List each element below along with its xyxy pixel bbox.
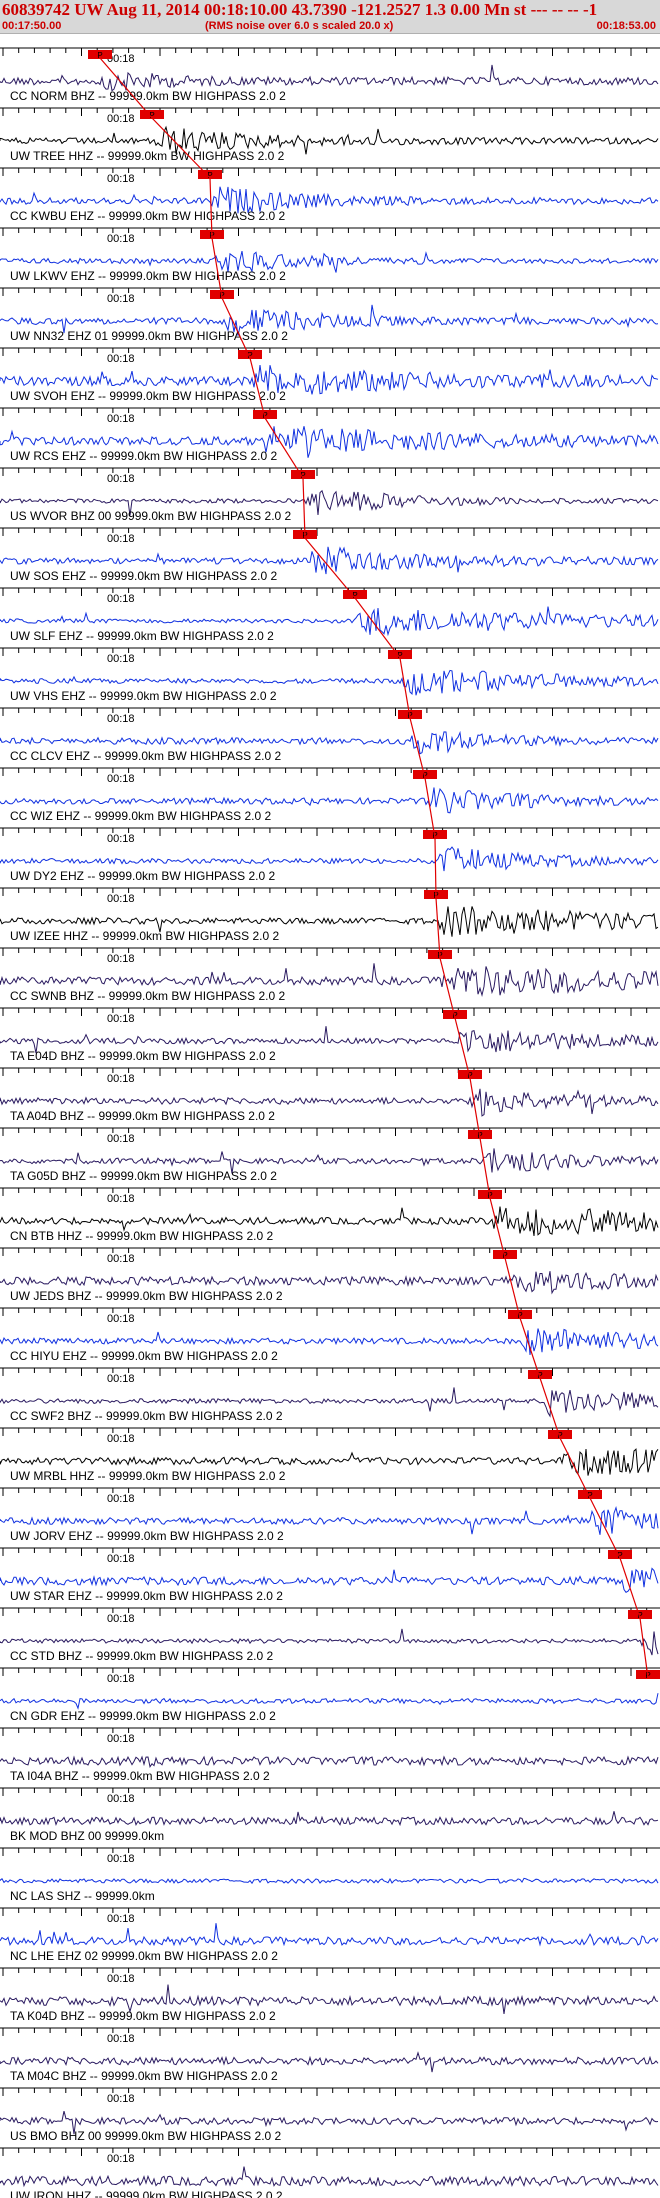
station-label: UW LKWV EHZ -- 99999.0km BW HIGHPASS 2.0… — [10, 269, 286, 283]
minute-tick-label: 00:18 — [107, 1553, 135, 1565]
event-title: 60839742 UW Aug 11, 2014 00:18:10.00 43.… — [2, 0, 598, 19]
minute-tick-label: 00:18 — [107, 1853, 135, 1865]
minute-tick-label: 00:18 — [107, 653, 135, 665]
minute-tick-label: 00:18 — [107, 1253, 135, 1265]
minute-tick-label: 00:18 — [107, 1613, 135, 1625]
minute-tick-label: 00:18 — [107, 773, 135, 785]
station-label: CC NORM BHZ -- 99999.0km BW HIGHPASS 2.0… — [10, 89, 286, 103]
minute-tick-label: 00:18 — [107, 2153, 135, 2165]
waveform — [0, 1877, 659, 1885]
station-label: UW SVOH EHZ -- 99999.0km BW HIGHPASS 2.0… — [10, 389, 286, 403]
record-header: 60839742 UW Aug 11, 2014 00:18:10.00 43.… — [0, 0, 660, 34]
minute-tick-label: 00:18 — [107, 1793, 135, 1805]
station-label: CC SWNB BHZ -- 99999.0km BW HIGHPASS 2.0… — [10, 989, 286, 1003]
waveform — [0, 1693, 659, 1710]
station-label: NC LHE EHZ 02 99999.0km BW HIGHPASS 2.0 … — [10, 1949, 278, 1963]
waveform — [0, 64, 659, 92]
station-label: CN GDR EHZ -- 99999.0km BW HIGHPASS 2.0 … — [10, 1709, 276, 1723]
station-label: CC HIYU EHZ -- 99999.0km BW HIGHPASS 2.0… — [10, 1349, 278, 1363]
minute-tick-label: 00:18 — [107, 1973, 135, 1985]
minute-tick-label: 00:18 — [107, 473, 135, 485]
station-label: CC KWBU EHZ -- 99999.0km BW HIGHPASS 2.0… — [10, 209, 286, 223]
minute-tick-label: 00:18 — [107, 293, 135, 305]
minute-tick-label: 00:18 — [107, 533, 135, 545]
station-label: UW JORV EHZ -- 99999.0km BW HIGHPASS 2.0… — [10, 1529, 284, 1543]
station-label: TA I04A BHZ -- 99999.0km BW HIGHPASS 2.0… — [10, 1769, 270, 1783]
minute-tick-label: 00:18 — [107, 173, 135, 185]
minute-tick-label: 00:18 — [107, 1673, 135, 1685]
station-label: UW SOS EHZ -- 99999.0km BW HIGHPASS 2.0 … — [10, 569, 278, 583]
minute-tick-label: 00:18 — [107, 1073, 135, 1085]
minute-tick-label: 00:18 — [107, 593, 135, 605]
waveform — [0, 1923, 659, 1947]
minute-tick-label: 00:18 — [107, 713, 135, 725]
station-label: US BMO BHZ 00 99999.0km BW HIGHPASS 2.0 … — [10, 2129, 282, 2143]
station-label: CC CLCV EHZ -- 99999.0km BW HIGHPASS 2.0… — [10, 749, 282, 763]
station-label: TA M04C BHZ -- 99999.0km BW HIGHPASS 2.0… — [10, 2069, 278, 2083]
waveform — [0, 1755, 659, 1768]
minute-tick-label: 00:18 — [107, 1733, 135, 1745]
station-label: UW NN32 EHZ 01 99999.0km BW HIGHPASS 2.0… — [10, 329, 288, 343]
station-label: UW VHS EHZ -- 99999.0km BW HIGHPASS 2.0 … — [10, 689, 277, 703]
start-time: 00:17:50.00 — [2, 20, 62, 32]
minute-tick-label: 00:18 — [107, 1493, 135, 1505]
station-label: UW IZEE HHZ -- 99999.0km BW HIGHPASS 2.0… — [10, 929, 280, 943]
minute-tick-label: 00:18 — [107, 113, 135, 125]
minute-tick-label: 00:18 — [107, 1133, 135, 1145]
minute-tick-label: 00:18 — [107, 413, 135, 425]
minute-tick-label: 00:18 — [107, 1433, 135, 1445]
waveform — [0, 2166, 659, 2188]
minute-tick-label: 00:18 — [107, 833, 135, 845]
station-label: UW TREE HHZ -- 99999.0km BW HIGHPASS 2.0… — [10, 149, 285, 163]
station-label: TA G05D BHZ -- 99999.0km BW HIGHPASS 2.0… — [10, 1169, 277, 1183]
minute-tick-label: 00:18 — [107, 1913, 135, 1925]
station-label: UW RCS EHZ -- 99999.0km BW HIGHPASS 2.0 … — [10, 449, 278, 463]
station-label: CN BTB HHZ -- 99999.0km BW HIGHPASS 2.0 … — [10, 1229, 274, 1243]
station-label: BK MOD BHZ 00 99999.0km — [10, 1829, 164, 1843]
station-label: UW MRBL HHZ -- 99999.0km BW HIGHPASS 2.0… — [10, 1469, 286, 1483]
minute-tick-label: 00:18 — [107, 353, 135, 365]
minute-tick-label: 00:18 — [107, 1013, 135, 1025]
minute-tick-label: 00:18 — [107, 233, 135, 245]
station-label: UW DY2 EHZ -- 99999.0km BW HIGHPASS 2.0 … — [10, 869, 276, 883]
minute-tick-label: 00:18 — [107, 2093, 135, 2105]
rms-note: (RMS noise over 6.0 s scaled 20.0 x) — [205, 20, 394, 32]
station-label: UW STAR EHZ -- 99999.0km BW HIGHPASS 2.0… — [10, 1589, 283, 1603]
station-label: UW IRON HHZ -- 99999.0km BW HIGHPASS 2.0… — [10, 2189, 283, 2198]
station-label: CC STD BHZ -- 99999.0km BW HIGHPASS 2.0 … — [10, 1649, 274, 1663]
seismogram-plot: 00:18 CC NORM BHZ -- 99999.0km BW HIGHPAS… — [0, 47, 660, 2198]
station-label: CC WIZ EHZ -- 99999.0km BW HIGHPASS 2.0 … — [10, 809, 271, 823]
minute-tick-label: 00:18 — [107, 953, 135, 965]
waveform — [0, 846, 659, 872]
station-label: TA E04D BHZ -- 99999.0km BW HIGHPASS 2.0… — [10, 1049, 276, 1063]
station-label: US WVOR BHZ 00 99999.0km BW HIGHPASS 2.0… — [10, 509, 292, 523]
end-time: 00:18:53.00 — [596, 20, 656, 32]
station-label: UW JEDS BHZ -- 99999.0km BW HIGHPASS 2.0… — [10, 1289, 283, 1303]
station-label: NC LAS SHZ -- 99999.0km — [10, 1889, 155, 1903]
station-label: CC SWF2 BHZ -- 99999.0km BW HIGHPASS 2.0… — [10, 1409, 283, 1423]
station-label: TA A04D BHZ -- 99999.0km BW HIGHPASS 2.0… — [10, 1109, 275, 1123]
minute-tick-label: 00:18 — [107, 1193, 135, 1205]
station-label: TA K04D BHZ -- 99999.0km BW HIGHPASS 2.0… — [10, 2009, 276, 2023]
minute-tick-label: 00:18 — [107, 1373, 135, 1385]
station-label: UW SLF EHZ -- 99999.0km BW HIGHPASS 2.0 … — [10, 629, 274, 643]
minute-tick-label: 00:18 — [107, 893, 135, 905]
minute-tick-label: 00:18 — [107, 1313, 135, 1325]
waveform — [0, 1811, 659, 1827]
minute-tick-label: 00:18 — [107, 2033, 135, 2045]
